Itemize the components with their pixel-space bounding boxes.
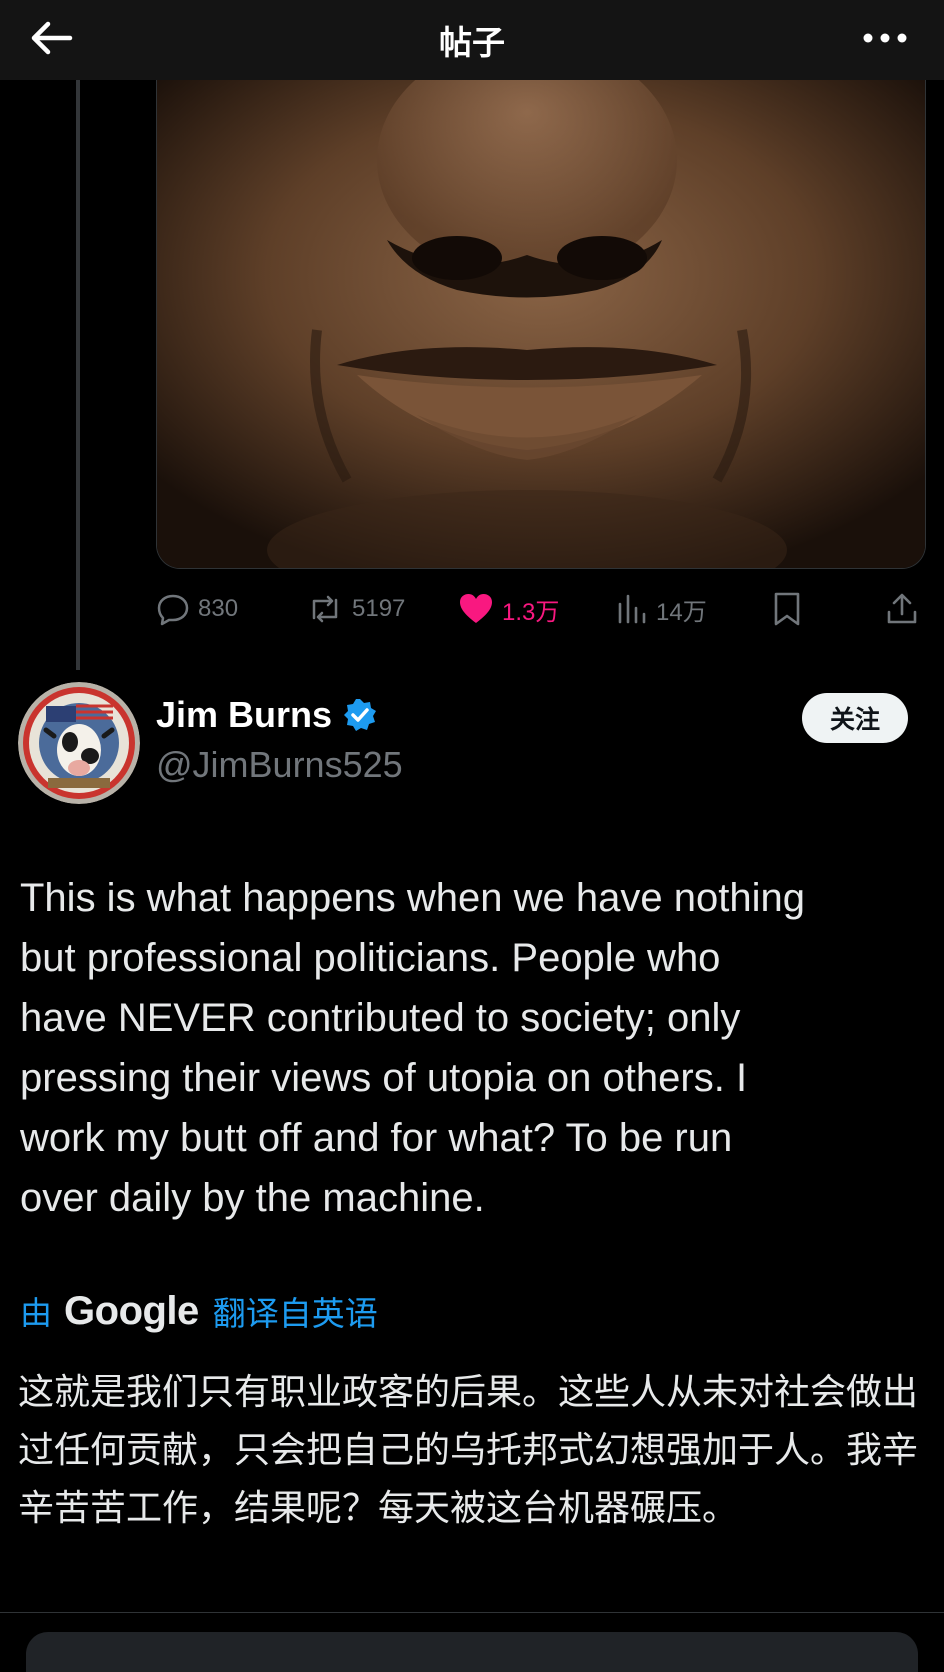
follow-button[interactable]: 关注: [802, 693, 908, 743]
arrow-left-icon[interactable]: [28, 18, 74, 58]
thread-connector-line: [76, 80, 80, 670]
face-photo: [157, 80, 925, 568]
google-logo: Google: [64, 1288, 199, 1333]
divider: [0, 1612, 944, 1613]
post-media-image[interactable]: [156, 80, 926, 569]
avatar-seal-image: [18, 682, 140, 804]
bookmark-button[interactable]: [772, 588, 810, 630]
author-name-row[interactable]: Jim Burns: [156, 694, 378, 736]
reply-input-bar[interactable]: [26, 1632, 918, 1672]
view-count: 14万: [656, 598, 707, 626]
more-horizontal-icon[interactable]: [860, 26, 910, 50]
translated-post-text: 这就是我们只有职业政客的后果。这些人从未对社会做出过任何贡献，只会把自己的乌托邦…: [18, 1372, 919, 1529]
post-action-bar: 830 5197 1.3万 14万: [156, 588, 926, 630]
like-count: 1.3万: [502, 598, 560, 626]
page-title: 帖子: [439, 23, 505, 62]
top-bar: 帖子: [0, 0, 944, 80]
author-handle[interactable]: @JimBurns525: [156, 744, 403, 786]
avatar[interactable]: [18, 682, 140, 804]
bookmark-icon: [774, 592, 800, 626]
share-icon: [887, 593, 917, 624]
analytics-icon: [618, 594, 646, 624]
views-button[interactable]: 14万: [616, 588, 707, 630]
like-button[interactable]: 1.3万: [458, 588, 559, 630]
verified-badge-icon: [344, 699, 377, 731]
repost-button[interactable]: 5197: [306, 588, 405, 630]
heart-icon: [460, 594, 492, 623]
translation-attribution: 由 Google 翻译自英语: [20, 1286, 378, 1336]
reply-button[interactable]: 830: [156, 588, 238, 630]
repost-icon: [312, 595, 338, 623]
post-text: This is what happens when we have nothin…: [20, 876, 805, 1220]
reply-count: 830: [198, 595, 239, 622]
translated-by-label: 由: [20, 1294, 53, 1332]
reply-icon: [157, 594, 189, 626]
repost-count: 5197: [352, 595, 406, 622]
translated-from-english-link[interactable]: 翻译自英语: [213, 1287, 378, 1335]
author-name: Jim Burns: [156, 694, 333, 735]
share-button[interactable]: [886, 588, 926, 630]
